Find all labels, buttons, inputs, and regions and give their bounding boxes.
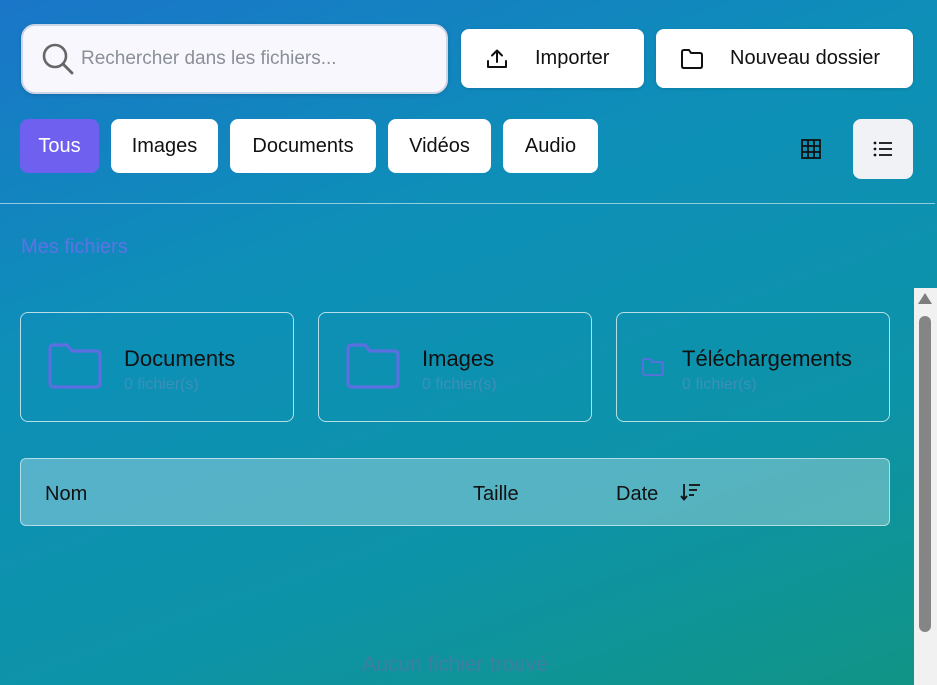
filter-audio[interactable]: Audio xyxy=(503,119,598,173)
import-button[interactable]: Importer xyxy=(461,29,644,88)
table-header: Nom Taille Date xyxy=(20,458,890,526)
column-date[interactable]: Date xyxy=(616,483,658,506)
filter-images[interactable]: Images xyxy=(111,119,218,173)
upload-icon xyxy=(487,49,507,68)
folder-icon xyxy=(48,343,102,389)
folder-name: Téléchargements xyxy=(682,346,852,371)
section-title: Mes fichiers xyxy=(21,236,128,258)
folder-card-documents[interactable]: Documents 0 fichier(s) xyxy=(20,312,294,422)
filter-tous[interactable]: Tous xyxy=(20,119,99,173)
folder-card-images[interactable]: Images 0 fichier(s) xyxy=(318,312,592,422)
grid-view-button[interactable] xyxy=(781,119,841,179)
filter-label: Documents xyxy=(252,134,354,157)
filter-label: Tous xyxy=(38,134,81,157)
filter-label: Images xyxy=(131,134,198,157)
search-box[interactable] xyxy=(21,24,448,94)
list-icon xyxy=(873,141,892,157)
column-size[interactable]: Taille xyxy=(473,483,519,506)
empty-state-message: Aucun fichier trouvé xyxy=(362,653,548,676)
folder-icon xyxy=(346,343,400,389)
column-name[interactable]: Nom xyxy=(45,483,87,506)
folder-card-telechargements[interactable]: Téléchargements 0 fichier(s) xyxy=(616,312,890,422)
filter-videos[interactable]: Vidéos xyxy=(388,119,491,173)
folder-name: Documents xyxy=(124,346,236,371)
filter-label: Vidéos xyxy=(409,134,470,157)
list-view-button[interactable] xyxy=(853,119,913,179)
sort-descending-icon[interactable] xyxy=(680,482,702,502)
divider xyxy=(0,203,935,204)
filter-label: Audio xyxy=(524,134,577,157)
scroll-up-arrow[interactable] xyxy=(918,293,932,304)
folder-name: Images xyxy=(422,346,495,371)
folder-count: 0 fichier(s) xyxy=(422,376,497,393)
grid-icon xyxy=(801,139,821,159)
search-icon xyxy=(42,43,74,75)
folder-count: 0 fichier(s) xyxy=(682,376,757,393)
new-folder-button-label: Nouveau dossier xyxy=(730,47,881,69)
search-input[interactable] xyxy=(81,48,421,70)
import-button-label: Importer xyxy=(535,47,610,69)
folder-icon xyxy=(681,48,703,69)
folder-icon xyxy=(642,358,664,376)
filter-documents[interactable]: Documents xyxy=(230,119,376,173)
folder-count: 0 fichier(s) xyxy=(124,376,199,393)
new-folder-button[interactable]: Nouveau dossier xyxy=(656,29,913,88)
scrollbar[interactable] xyxy=(914,288,937,685)
scroll-thumb[interactable] xyxy=(919,316,931,632)
